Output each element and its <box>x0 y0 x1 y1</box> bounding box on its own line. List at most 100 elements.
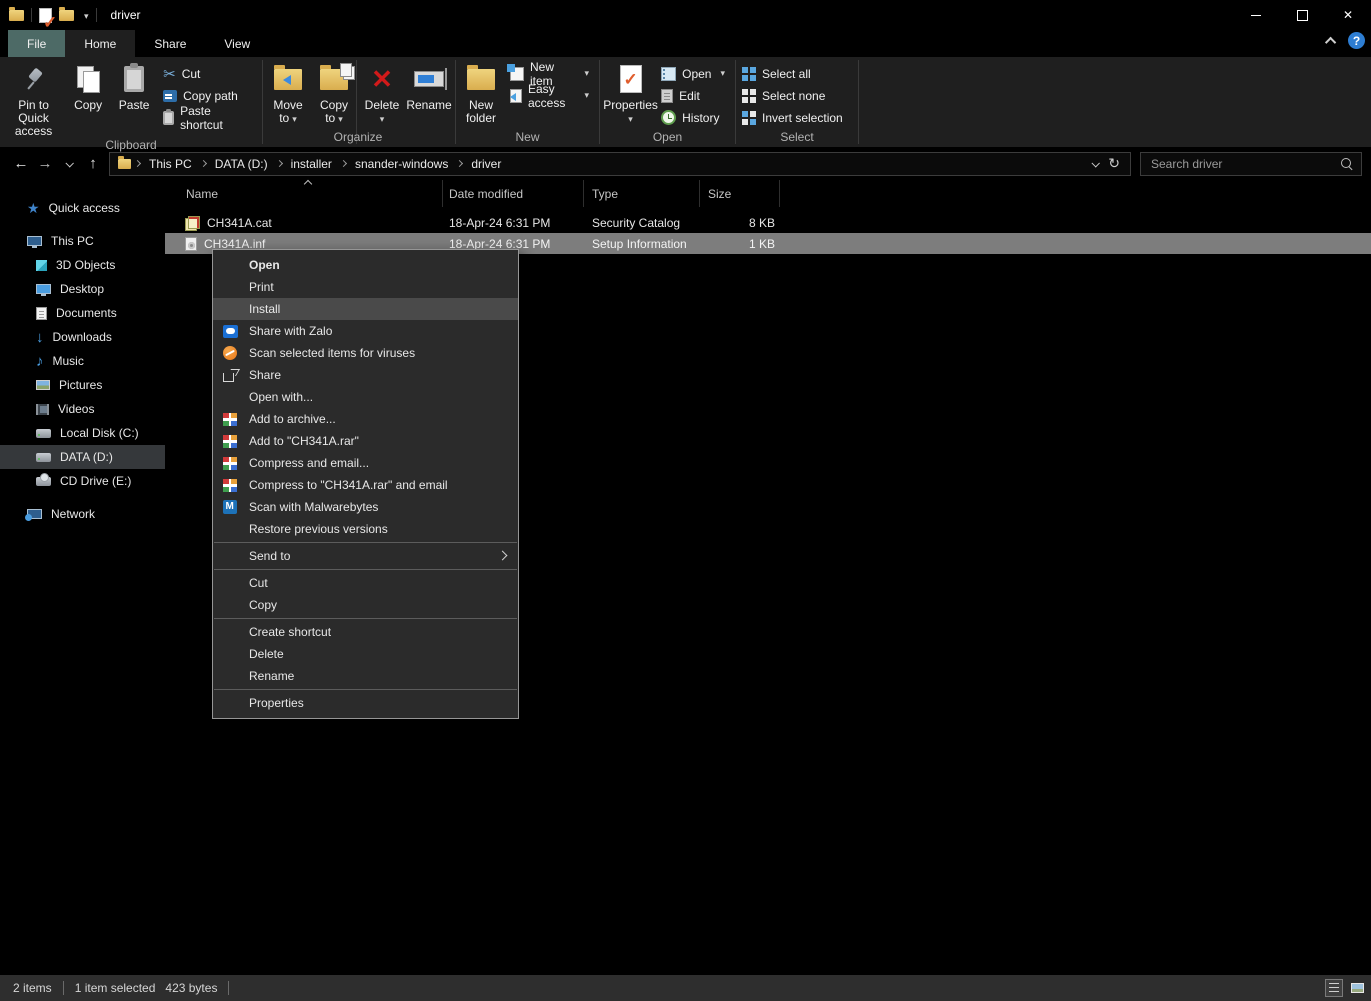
menu-separator <box>214 689 517 690</box>
menu-item-compress-and-email[interactable]: Compress and email... <box>213 452 518 474</box>
menu-item-properties[interactable]: Properties <box>213 692 518 714</box>
menu-item-open-with[interactable]: Open with... <box>213 386 518 408</box>
menu-item-add-to-archive[interactable]: Add to archive... <box>213 408 518 430</box>
select-none-button[interactable]: Select none <box>742 88 843 103</box>
tab-view[interactable]: View <box>205 30 269 57</box>
menu-item-scan-for-viruses[interactable]: Scan selected items for viruses <box>213 342 518 364</box>
pictures-icon <box>36 380 50 390</box>
explorer-app-icon <box>9 10 24 21</box>
history-button[interactable]: History <box>661 110 725 125</box>
maximize-icon <box>1297 10 1308 21</box>
menu-item-share-with-zalo[interactable]: Share with Zalo <box>213 320 518 342</box>
file-row-ch341a-cat[interactable]: CH341A.cat 18-Apr-24 6:31 PM Security Ca… <box>165 212 1371 233</box>
menu-item-send-to[interactable]: Send to <box>213 545 518 567</box>
this-pc-icon <box>27 236 42 246</box>
edit-button[interactable]: Edit <box>661 88 725 103</box>
minimize-button[interactable] <box>1233 0 1279 30</box>
copy-path-icon <box>163 90 177 102</box>
sidebar-item-documents[interactable]: Documents <box>0 301 165 325</box>
sidebar-item-this-pc[interactable]: This PC <box>0 229 165 253</box>
sidebar-item-network[interactable]: Network <box>0 502 165 526</box>
back-button[interactable] <box>9 152 33 176</box>
sidebar-item-desktop[interactable]: Desktop <box>0 277 165 301</box>
menu-item-compress-to-rar-and-email[interactable]: Compress to "CH341A.rar" and email <box>213 474 518 496</box>
sidebar-item-cd-drive-e[interactable]: CD Drive (E:) <box>0 469 165 493</box>
menu-item-share[interactable]: Share <box>213 364 518 386</box>
sidebar-item-quick-access[interactable]: Quick access <box>0 196 165 220</box>
cd-drive-icon <box>36 477 51 486</box>
copy-to-icon <box>320 69 348 90</box>
maximize-button[interactable] <box>1279 0 1325 30</box>
column-header-size[interactable]: Size <box>700 180 780 207</box>
column-header-date-modified[interactable]: Date modified <box>443 180 584 207</box>
sidebar-item-data-d[interactable]: DATA (D:) <box>0 445 165 469</box>
refresh-icon[interactable] <box>1108 155 1120 172</box>
menu-item-cut[interactable]: Cut <box>213 572 518 594</box>
recent-locations-button[interactable] <box>57 152 81 176</box>
documents-icon <box>36 307 47 320</box>
cut-button[interactable]: Cut <box>163 66 252 81</box>
pin-to-quick-access-button[interactable]: Pin to Quick access <box>2 58 65 138</box>
select-all-icon <box>742 67 756 81</box>
delete-button[interactable]: Delete <box>359 58 405 126</box>
new-item-button[interactable]: New item <box>510 66 589 81</box>
sidebar-item-downloads[interactable]: Downloads <box>0 325 165 349</box>
move-to-button[interactable]: Move to <box>265 58 311 126</box>
menu-item-create-shortcut[interactable]: Create shortcut <box>213 621 518 643</box>
menu-item-copy[interactable]: Copy <box>213 594 518 616</box>
divider <box>31 8 32 22</box>
menu-item-print[interactable]: Print <box>213 276 518 298</box>
breadcrumb[interactable]: This PC DATA (D:) installer snander-wind… <box>109 152 1131 176</box>
menu-item-open[interactable]: Open <box>213 254 518 276</box>
sidebar-item-videos[interactable]: Videos <box>0 397 165 421</box>
copy-path-button[interactable]: Copy path <box>163 88 252 103</box>
thumbnail-view-button[interactable] <box>1348 979 1366 997</box>
ribbon-group-select: Select all Select none Invert selection … <box>736 57 858 147</box>
menu-item-delete[interactable]: Delete <box>213 643 518 665</box>
breadcrumb-data-d[interactable]: DATA (D:) <box>208 157 275 171</box>
tab-share[interactable]: Share <box>135 30 205 57</box>
pin-icon <box>23 66 45 92</box>
new-folder-button[interactable]: New folder <box>458 58 504 125</box>
menu-item-install[interactable]: Install <box>213 298 518 320</box>
details-view-button[interactable] <box>1325 979 1343 997</box>
sidebar-item-music[interactable]: Music <box>0 349 165 373</box>
breadcrumb-driver[interactable]: driver <box>464 157 508 171</box>
menu-item-rename[interactable]: Rename <box>213 665 518 687</box>
forward-button[interactable] <box>33 152 57 176</box>
properties-qat-icon[interactable] <box>39 8 52 23</box>
new-folder-qat-icon[interactable] <box>59 10 74 21</box>
breadcrumb-installer[interactable]: installer <box>284 157 339 171</box>
open-button[interactable]: Open <box>661 66 725 81</box>
menu-item-restore-previous-versions[interactable]: Restore previous versions <box>213 518 518 540</box>
invert-selection-button[interactable]: Invert selection <box>742 110 843 125</box>
tab-home[interactable]: Home <box>65 30 135 57</box>
collapse-ribbon-icon[interactable] <box>1325 36 1336 47</box>
address-dropdown-icon[interactable] <box>1092 159 1100 167</box>
properties-button[interactable]: Properties <box>602 58 659 126</box>
rename-button[interactable]: Rename <box>405 58 453 112</box>
paste-button[interactable]: Paste <box>111 58 157 112</box>
tab-file[interactable]: File <box>8 30 65 57</box>
copy-to-button[interactable]: Copy to <box>311 58 357 126</box>
copy-button[interactable]: Copy <box>65 58 111 112</box>
close-button[interactable] <box>1325 0 1371 30</box>
sidebar-item-local-disk-c[interactable]: Local Disk (C:) <box>0 421 165 445</box>
column-header-type[interactable]: Type <box>584 180 700 207</box>
select-all-button[interactable]: Select all <box>742 66 843 81</box>
help-icon[interactable] <box>1348 32 1365 49</box>
quick-access-star-icon <box>27 200 40 217</box>
paste-shortcut-button[interactable]: Paste shortcut <box>163 110 252 125</box>
search-input[interactable] <box>1149 156 1341 172</box>
easy-access-button[interactable]: Easy access <box>510 88 589 103</box>
sidebar-item-3d-objects[interactable]: 3D Objects <box>0 253 165 277</box>
menu-item-scan-with-malwarebytes[interactable]: Scan with Malwarebytes <box>213 496 518 518</box>
up-button[interactable] <box>81 152 105 176</box>
sidebar-item-pictures[interactable]: Pictures <box>0 373 165 397</box>
paste-shortcut-icon <box>163 111 174 125</box>
search-icon[interactable] <box>1341 158 1353 170</box>
breadcrumb-this-pc[interactable]: This PC <box>142 157 199 171</box>
breadcrumb-snander-windows[interactable]: snander-windows <box>348 157 455 171</box>
qat-dropdown-caret[interactable] <box>81 8 89 22</box>
menu-item-add-to-rar[interactable]: Add to "CH341A.rar" <box>213 430 518 452</box>
